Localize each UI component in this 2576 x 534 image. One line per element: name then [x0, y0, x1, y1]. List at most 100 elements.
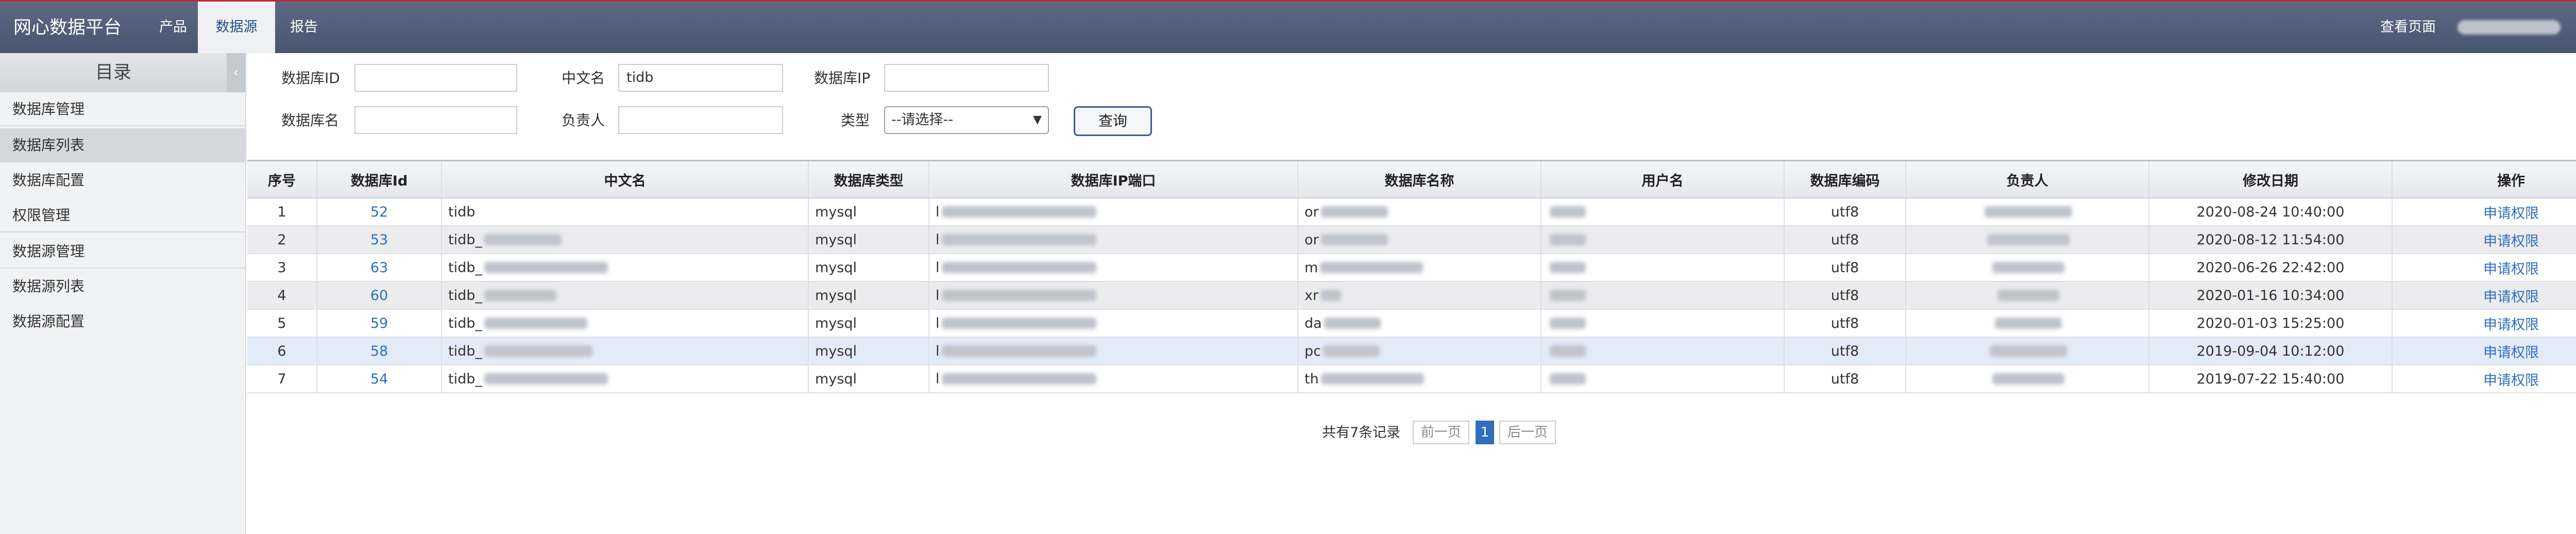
- cell-db-id-text[interactable]: 60: [370, 288, 388, 304]
- cell-ip-port: l: [929, 310, 1298, 337]
- cell-modified-date: 2019-07-22 15:40:00: [2149, 365, 2393, 392]
- apply-permission-link-text[interactable]: 申请权限: [2483, 341, 2539, 361]
- cell-username: [1541, 226, 1785, 253]
- next-page-button[interactable]: 后一页: [1499, 421, 1556, 444]
- table-header-row: 序号 数据库Id 中文名 数据库类型 数据库IP端口 数据库名称 用户名 数据库…: [247, 161, 2576, 198]
- nav-report[interactable]: 报告: [278, 2, 330, 53]
- apply-permission-link-text[interactable]: 申请权限: [2483, 286, 2539, 306]
- col-header-cn-name[interactable]: 中文名: [442, 161, 809, 197]
- cell-db-id-text[interactable]: 59: [370, 315, 388, 331]
- sidebar-item-datasource-list[interactable]: 数据源列表: [0, 270, 245, 304]
- cell-owner: [1906, 198, 2149, 225]
- type-select[interactable]: --请选择-- ▼: [884, 106, 1049, 134]
- cell-db-id-text[interactable]: 53: [370, 232, 388, 248]
- sidebar-item-permission[interactable]: 权限管理: [0, 198, 245, 232]
- redacted-text: [484, 234, 562, 245]
- cell-modified-date: 2020-01-03 15:25:00: [2149, 310, 2393, 337]
- cell-encoding: utf8: [1785, 310, 1906, 337]
- db-ip-input[interactable]: [884, 64, 1049, 92]
- apply-permission-link-text[interactable]: 申请权限: [2483, 369, 2539, 389]
- col-header-db-name[interactable]: 数据库名称: [1298, 161, 1541, 197]
- cell-encoding-text: utf8: [1831, 371, 1859, 387]
- table-row[interactable]: 5 59 tidb_ mysql l da utf8 2020-01-03 15:25:00 申…: [247, 310, 2576, 338]
- brand-logo-text[interactable]: 网心数据平台: [13, 13, 122, 39]
- apply-permission-link-text[interactable]: 申请权限: [2483, 230, 2539, 250]
- col-header-db-type[interactable]: 数据库类型: [809, 161, 929, 197]
- sidebar-item-db-config[interactable]: 数据库配置: [0, 163, 245, 197]
- current-page-button[interactable]: 1: [1476, 421, 1494, 444]
- cell-ip-port-text: l: [936, 343, 940, 359]
- cell-db-type-text: mysql: [815, 231, 857, 248]
- cell-db-id-text[interactable]: 58: [370, 343, 388, 359]
- cell-username: [1541, 365, 1785, 392]
- cell-db-id[interactable]: 60: [317, 282, 442, 309]
- prev-page-button[interactable]: 前一页: [1413, 421, 1469, 444]
- apply-permission-link[interactable]: 申请权限: [2393, 310, 2576, 337]
- col-header-actions[interactable]: 操作: [2393, 161, 2576, 197]
- col-header-ip-port[interactable]: 数据库IP端口: [929, 161, 1298, 197]
- view-page-link[interactable]: 查看页面: [2380, 2, 2436, 53]
- table-row[interactable]: 1 52 tidb mysql l or utf8 2020-08-24 10:40:00 申请…: [247, 198, 2576, 226]
- cell-owner: [1906, 365, 2149, 392]
- cell-cn-name-text: tidb_: [448, 343, 482, 359]
- cell-db-type: mysql: [809, 226, 929, 253]
- nav-datasource[interactable]: 数据源: [198, 2, 275, 53]
- redacted-text: [1320, 206, 1388, 218]
- sidebar-item-datasource-config[interactable]: 数据源配置: [0, 305, 245, 339]
- query-button[interactable]: 查询: [1074, 106, 1152, 136]
- cell-db-name-text: or: [1304, 231, 1319, 248]
- cell-encoding: utf8: [1785, 254, 1906, 281]
- sidebar-section-datasource-management[interactable]: 数据源管理: [0, 235, 245, 269]
- cell-modified-date: 2019-09-04 10:12:00: [2149, 338, 2393, 364]
- cell-modified-date: 2020-08-24 10:40:00: [2149, 198, 2393, 225]
- apply-permission-link-text[interactable]: 申请权限: [2483, 258, 2539, 278]
- apply-permission-link-text[interactable]: 申请权限: [2483, 202, 2539, 222]
- table-row[interactable]: 7 54 tidb_ mysql l th utf8 2019-07-22 15:40:00 申…: [247, 365, 2576, 393]
- col-header-username[interactable]: 用户名: [1541, 161, 1785, 197]
- cn-name-input[interactable]: tidb: [618, 64, 783, 92]
- apply-permission-link-text[interactable]: 申请权限: [2483, 313, 2539, 333]
- cell-db-id-text[interactable]: 52: [370, 204, 388, 220]
- cell-index: 3: [247, 254, 317, 281]
- cell-db-id[interactable]: 52: [317, 198, 442, 225]
- cell-db-id[interactable]: 53: [317, 226, 442, 253]
- redacted-text: [484, 345, 592, 357]
- table-row[interactable]: 3 63 tidb_ mysql l m utf8 2020-06-26 22:42:00 申请…: [247, 254, 2576, 282]
- sidebar-collapse-icon[interactable]: ‹: [227, 53, 245, 92]
- table-row[interactable]: 6 58 tidb_ mysql l pc utf8 2019-09-04 10:12:00 申…: [247, 338, 2576, 365]
- apply-permission-link[interactable]: 申请权限: [2393, 254, 2576, 281]
- cell-db-name-text: pc: [1304, 343, 1321, 359]
- cell-index-text: 3: [277, 259, 286, 276]
- cell-db-id-text[interactable]: 54: [370, 371, 388, 387]
- cell-index-text: 6: [277, 343, 286, 359]
- cell-db-name: or: [1298, 226, 1541, 253]
- database-table: 序号 数据库Id 中文名 数据库类型 数据库IP端口 数据库名称 用户名 数据库…: [247, 160, 2576, 393]
- apply-permission-link[interactable]: 申请权限: [2393, 282, 2576, 309]
- cell-db-id[interactable]: 58: [317, 338, 442, 364]
- apply-permission-link[interactable]: 申请权限: [2393, 198, 2576, 225]
- apply-permission-link[interactable]: 申请权限: [2393, 226, 2576, 253]
- redacted-text: [1995, 318, 2062, 329]
- cell-encoding-text: utf8: [1831, 204, 1859, 220]
- owner-input[interactable]: [618, 106, 783, 134]
- col-header-owner[interactable]: 负责人: [1906, 161, 2149, 197]
- cell-db-id[interactable]: 54: [317, 365, 442, 392]
- cell-username: [1541, 310, 1785, 337]
- table-row[interactable]: 4 60 tidb_ mysql l xr utf8 2020-01-16 10:34:00 申…: [247, 282, 2576, 310]
- sidebar-item-db-list[interactable]: 数据库列表: [0, 128, 245, 162]
- col-header-db-id[interactable]: 数据库Id: [317, 161, 442, 197]
- cell-db-id[interactable]: 63: [317, 254, 442, 281]
- sidebar-section-db-management[interactable]: 数据库管理: [0, 92, 245, 126]
- cell-db-id-text[interactable]: 63: [370, 260, 388, 276]
- col-header-encoding[interactable]: 数据库编码: [1785, 161, 1906, 197]
- nav-products[interactable]: 产品: [149, 2, 197, 53]
- apply-permission-link[interactable]: 申请权限: [2393, 338, 2576, 364]
- db-id-input[interactable]: [354, 64, 517, 92]
- col-header-index[interactable]: 序号: [247, 161, 317, 197]
- cell-db-id[interactable]: 59: [317, 310, 442, 337]
- db-name-input[interactable]: [354, 106, 517, 134]
- apply-permission-link[interactable]: 申请权限: [2393, 365, 2576, 392]
- cell-encoding: utf8: [1785, 365, 1906, 392]
- table-row[interactable]: 2 53 tidb_ mysql l or utf8 2020-08-12 11:54:00 申…: [247, 226, 2576, 254]
- col-header-modified-date[interactable]: 修改日期: [2149, 161, 2393, 197]
